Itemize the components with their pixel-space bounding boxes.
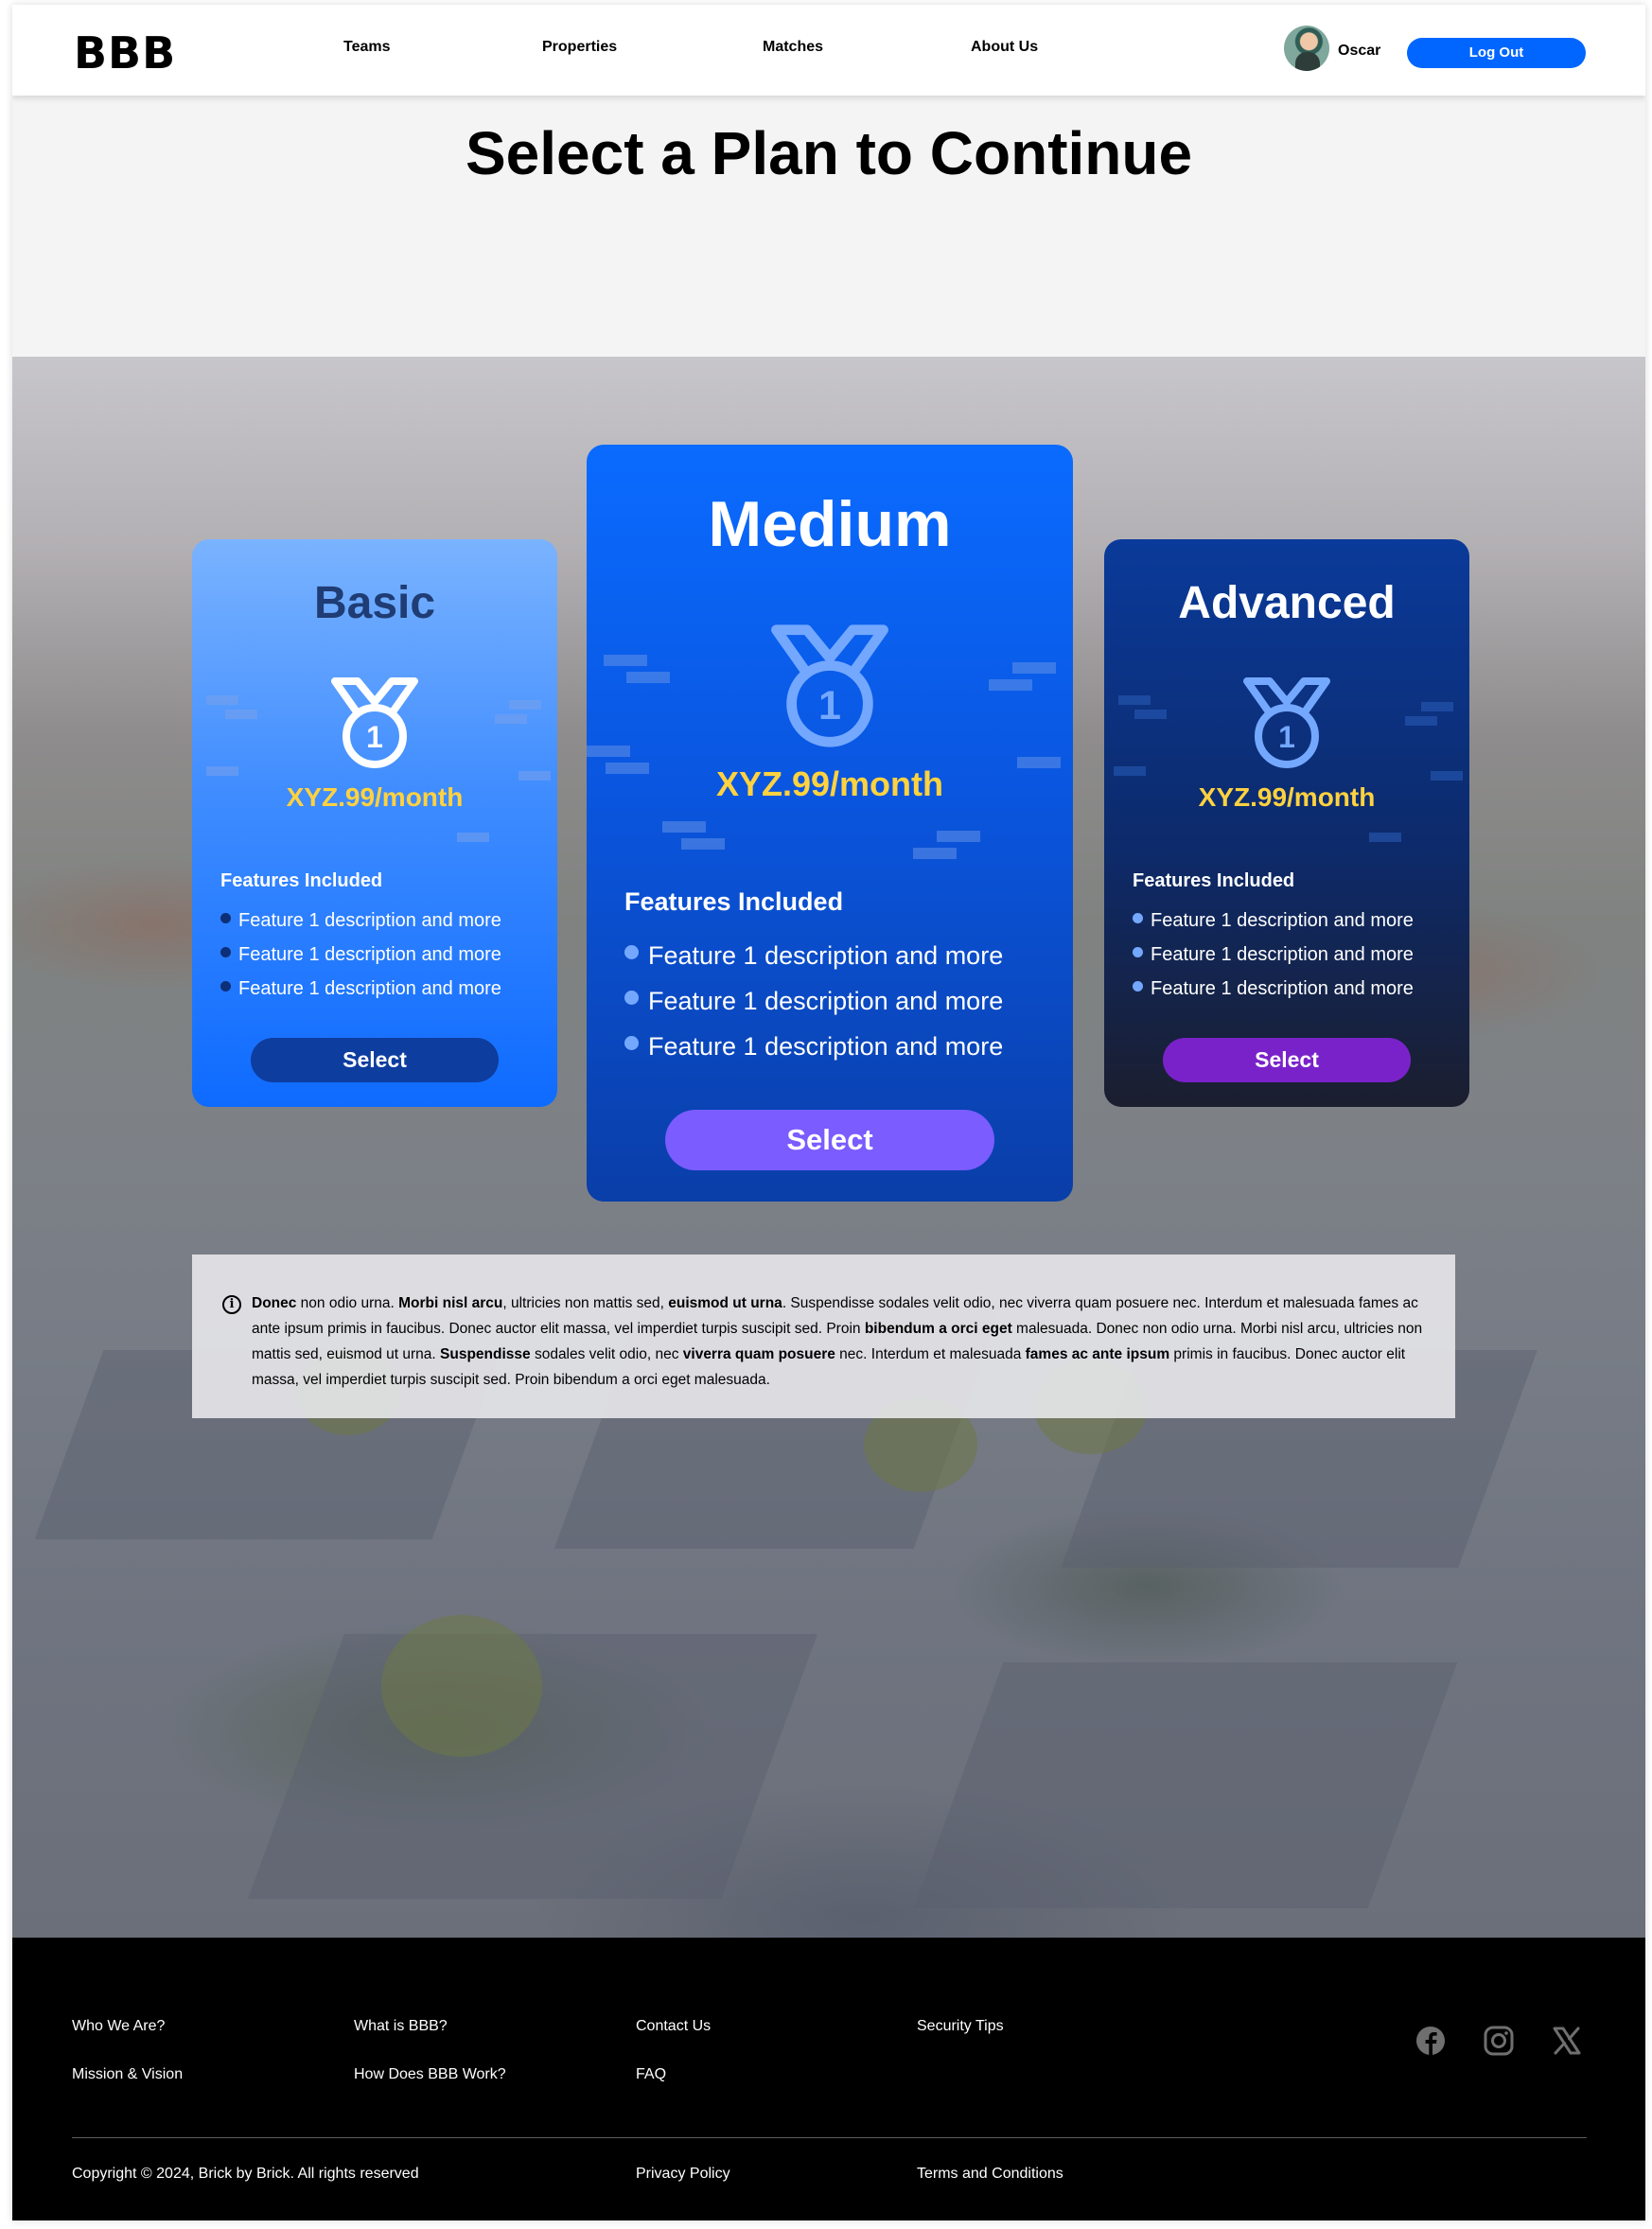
plan-name: Basic — [313, 578, 436, 628]
footer-link-faq[interactable]: FAQ — [636, 2066, 666, 2083]
footer-link-contact-us[interactable]: Contact Us — [636, 2018, 711, 2035]
copyright-text: Copyright © 2024, Brick by Brick. All ri… — [72, 2166, 419, 2182]
feature-item: Feature 1 description and more — [624, 987, 1003, 1032]
brick-decoration — [509, 700, 541, 710]
brick-decoration — [913, 848, 957, 859]
feature-item: Feature 1 description and more — [624, 1032, 1003, 1078]
plan-card-advanced[interactable]: Advanced 1 XYZ.99/month Features Include… — [1104, 539, 1469, 1107]
feature-list: Feature 1 description and more Feature 1… — [220, 910, 501, 1012]
plan-name: Medium — [708, 488, 952, 560]
instagram-icon[interactable] — [1483, 2025, 1515, 2057]
brick-decoration — [604, 655, 647, 666]
select-basic-button[interactable]: Select — [251, 1038, 499, 1082]
brick-decoration — [937, 831, 980, 842]
feature-list: Feature 1 description and more Feature 1… — [624, 941, 1003, 1078]
feature-item: Feature 1 description and more — [1133, 910, 1414, 944]
footer-link-what-is-bbb[interactable]: What is BBB? — [354, 2018, 448, 2035]
footer-divider — [72, 2137, 1587, 2138]
brick-decoration — [457, 833, 489, 842]
medal-icon: 1 — [1243, 677, 1330, 768]
logout-button[interactable]: Log Out — [1407, 38, 1586, 68]
medal-number: 1 — [1278, 720, 1295, 754]
feature-item: Feature 1 description and more — [624, 941, 1003, 987]
brick-decoration — [989, 679, 1032, 691]
features-title: Features Included — [624, 887, 844, 916]
info-icon: i — [222, 1295, 241, 1314]
page-title: Select a Plan to Continue — [465, 119, 1193, 187]
plan-price: XYZ.99/month — [286, 782, 464, 812]
brick-decoration — [626, 672, 670, 683]
brick-decoration — [1012, 662, 1056, 674]
bullet — [220, 913, 231, 923]
bullet — [624, 991, 639, 1005]
brand-logo[interactable]: BBB — [74, 27, 176, 79]
footer-link-how-bbb-works[interactable]: How Does BBB Work? — [354, 2066, 506, 2083]
privacy-policy-link[interactable]: Privacy Policy — [636, 2166, 730, 2183]
user-name[interactable]: Oscar — [1338, 43, 1380, 60]
bullet — [1133, 947, 1143, 957]
brick-decoration — [1118, 695, 1151, 705]
brick-decoration — [1369, 833, 1401, 842]
footer-link-mission-vision[interactable]: Mission & Vision — [72, 2066, 183, 2083]
facebook-icon[interactable] — [1415, 2025, 1447, 2057]
brick-decoration — [495, 714, 527, 724]
bullet — [624, 945, 639, 959]
page-frame: BBB Teams Properties Matches About Us Os… — [12, 5, 1645, 2220]
plan-price: XYZ.99/month — [1198, 782, 1376, 812]
bullet — [220, 947, 231, 957]
brick-decoration — [206, 766, 238, 776]
brick-decoration — [1134, 710, 1167, 719]
brick-decoration — [1405, 716, 1437, 726]
brick-decoration — [681, 838, 725, 850]
plan-card-basic[interactable]: Basic 1 XYZ.99/month Features Included F… — [192, 539, 557, 1107]
disclaimer-box: i Donec non odio urna. Morbi nisl arcu, … — [192, 1255, 1455, 1418]
feature-item: Feature 1 description and more — [1133, 944, 1414, 978]
brick-decoration — [518, 771, 551, 781]
select-advanced-button[interactable]: Select — [1163, 1038, 1411, 1082]
feature-item: Feature 1 description and more — [220, 910, 501, 944]
feature-item: Feature 1 description and more — [220, 944, 501, 978]
brick-decoration — [225, 710, 257, 719]
footer-link-who-we-are[interactable]: Who We Are? — [72, 2018, 165, 2035]
nav-properties[interactable]: Properties — [542, 39, 617, 56]
nav-matches[interactable]: Matches — [763, 39, 823, 56]
medal-number: 1 — [366, 720, 383, 754]
medal-icon: 1 — [771, 624, 888, 747]
brick-decoration — [1421, 702, 1453, 711]
plan-price: XYZ.99/month — [715, 764, 944, 803]
medal-number: 1 — [818, 683, 841, 728]
medal-icon: 1 — [331, 677, 418, 768]
user-avatar[interactable] — [1284, 26, 1329, 71]
x-icon[interactable] — [1551, 2025, 1583, 2057]
features-title: Features Included — [1133, 870, 1295, 891]
feature-item: Feature 1 description and more — [1133, 978, 1414, 1012]
brick-decoration — [1114, 766, 1146, 776]
footer: Who We Are? What is BBB? Contact Us Secu… — [12, 1938, 1645, 2220]
features-title: Features Included — [220, 870, 383, 891]
bullet — [1133, 981, 1143, 992]
select-medium-button[interactable]: Select — [665, 1110, 994, 1170]
bullet — [624, 1036, 639, 1050]
plan-card-medium[interactable]: Medium 1 XYZ.99/month Features Included … — [587, 445, 1073, 1202]
footer-link-security-tips[interactable]: Security Tips — [917, 2018, 1004, 2035]
brick-decoration — [587, 746, 630, 757]
nav-teams[interactable]: Teams — [343, 39, 391, 56]
feature-item: Feature 1 description and more — [220, 978, 501, 1012]
bullet — [220, 981, 231, 992]
brick-decoration — [1431, 771, 1463, 781]
roof-shape — [913, 1662, 1458, 1908]
terms-link[interactable]: Terms and Conditions — [917, 2166, 1063, 2183]
bullet — [1133, 913, 1143, 923]
tree-shape — [381, 1615, 542, 1757]
brick-decoration — [662, 821, 706, 833]
disclaimer-text: Donec non odio urna. Morbi nisl arcu, ul… — [252, 1295, 1423, 1388]
top-navbar: BBB Teams Properties Matches About Us Os… — [12, 5, 1645, 96]
brick-decoration — [206, 695, 238, 705]
nav-about-us[interactable]: About Us — [971, 39, 1038, 56]
feature-list: Feature 1 description and more Feature 1… — [1133, 910, 1414, 1012]
plan-name: Advanced — [1178, 578, 1396, 628]
